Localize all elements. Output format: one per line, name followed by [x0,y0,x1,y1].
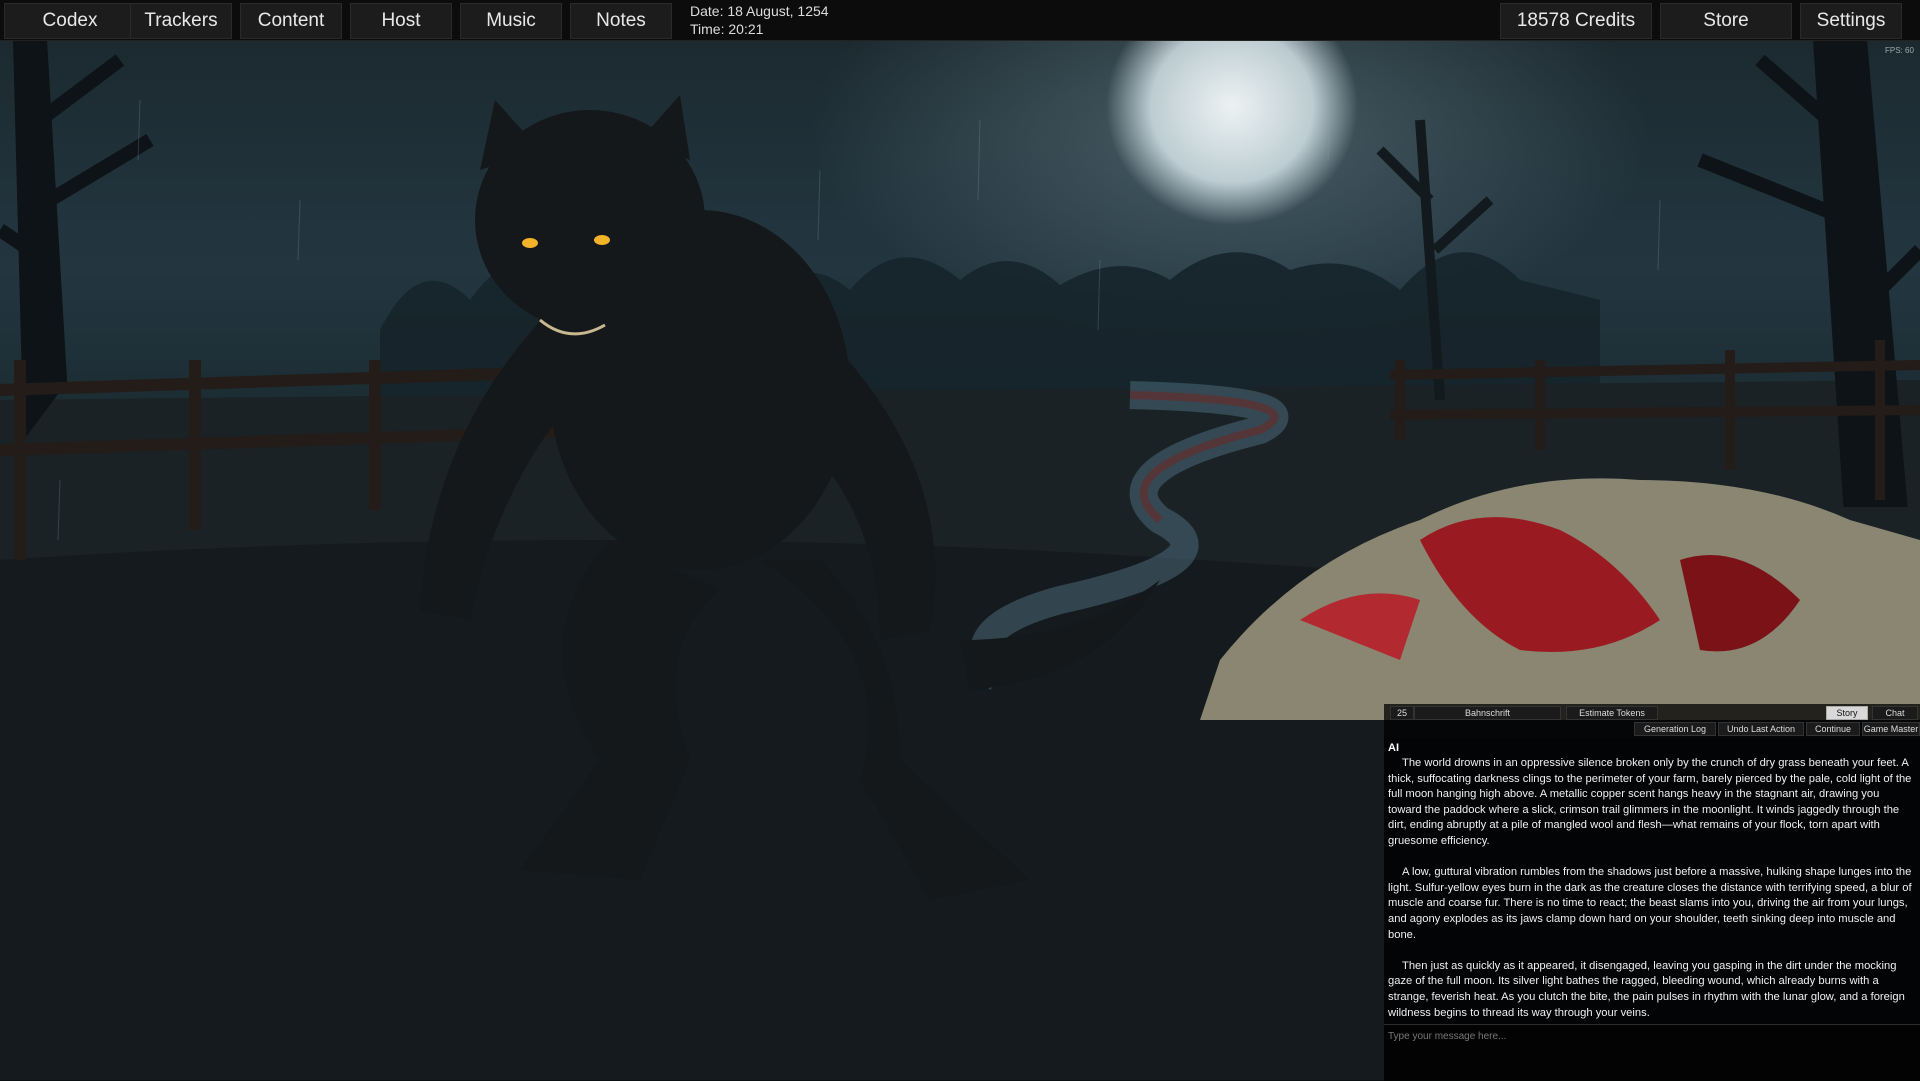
date-label: Date: 18 August, 1254 [690,3,829,19]
tab-music[interactable]: Music [460,3,562,39]
credits-button[interactable]: 18578 Credits [1500,3,1652,39]
tab-trackers[interactable]: Trackers [130,3,232,39]
tab-chat[interactable]: Chat [1872,706,1918,720]
font-size-field[interactable]: 25 [1390,706,1414,720]
generation-log-button[interactable]: Generation Log [1634,722,1716,736]
message-input[interactable] [1386,1027,1910,1045]
story-paragraph: The world drowns in an oppressive silenc… [1388,757,1912,847]
date-time-display: Date: 18 August, 1254 Time: 20:21 [690,2,829,38]
speaker-label: AI [1388,742,1399,754]
story-paragraph: A low, guttural vibration rumbles from t… [1388,866,1912,941]
continue-button[interactable]: Continue [1806,722,1860,736]
story-panel-toolbar: 25 Bahnschrift Estimate Tokens Story Cha… [1384,704,1920,738]
message-input-area [1384,1024,1920,1081]
tab-notes[interactable]: Notes [570,3,672,39]
game-master-button[interactable]: Game Master [1862,722,1920,736]
undo-last-action-button[interactable]: Undo Last Action [1718,722,1804,736]
tab-content[interactable]: Content [240,3,342,39]
tab-codex[interactable]: Codex [4,3,136,39]
story-text: The world drowns in an oppressive silenc… [1388,756,1914,1024]
settings-button[interactable]: Settings [1800,3,1902,39]
story-panel: 25 Bahnschrift Estimate Tokens Story Cha… [1384,704,1920,1081]
fps-counter: FPS: 60 [1885,46,1914,55]
tab-story[interactable]: Story [1826,706,1868,720]
estimate-tokens-button[interactable]: Estimate Tokens [1566,706,1658,720]
time-label: Time: 20:21 [690,21,764,37]
story-paragraph: Then just as quickly as it appeared, it … [1388,959,1905,1019]
font-family-select[interactable]: Bahnschrift [1414,706,1561,720]
store-button[interactable]: Store [1660,3,1792,39]
top-navigation-bar: Codex Trackers Content Host Music Notes … [0,0,1920,41]
tab-host[interactable]: Host [350,3,452,39]
story-log[interactable]: AI The world drowns in an oppressive sil… [1384,738,1920,1024]
